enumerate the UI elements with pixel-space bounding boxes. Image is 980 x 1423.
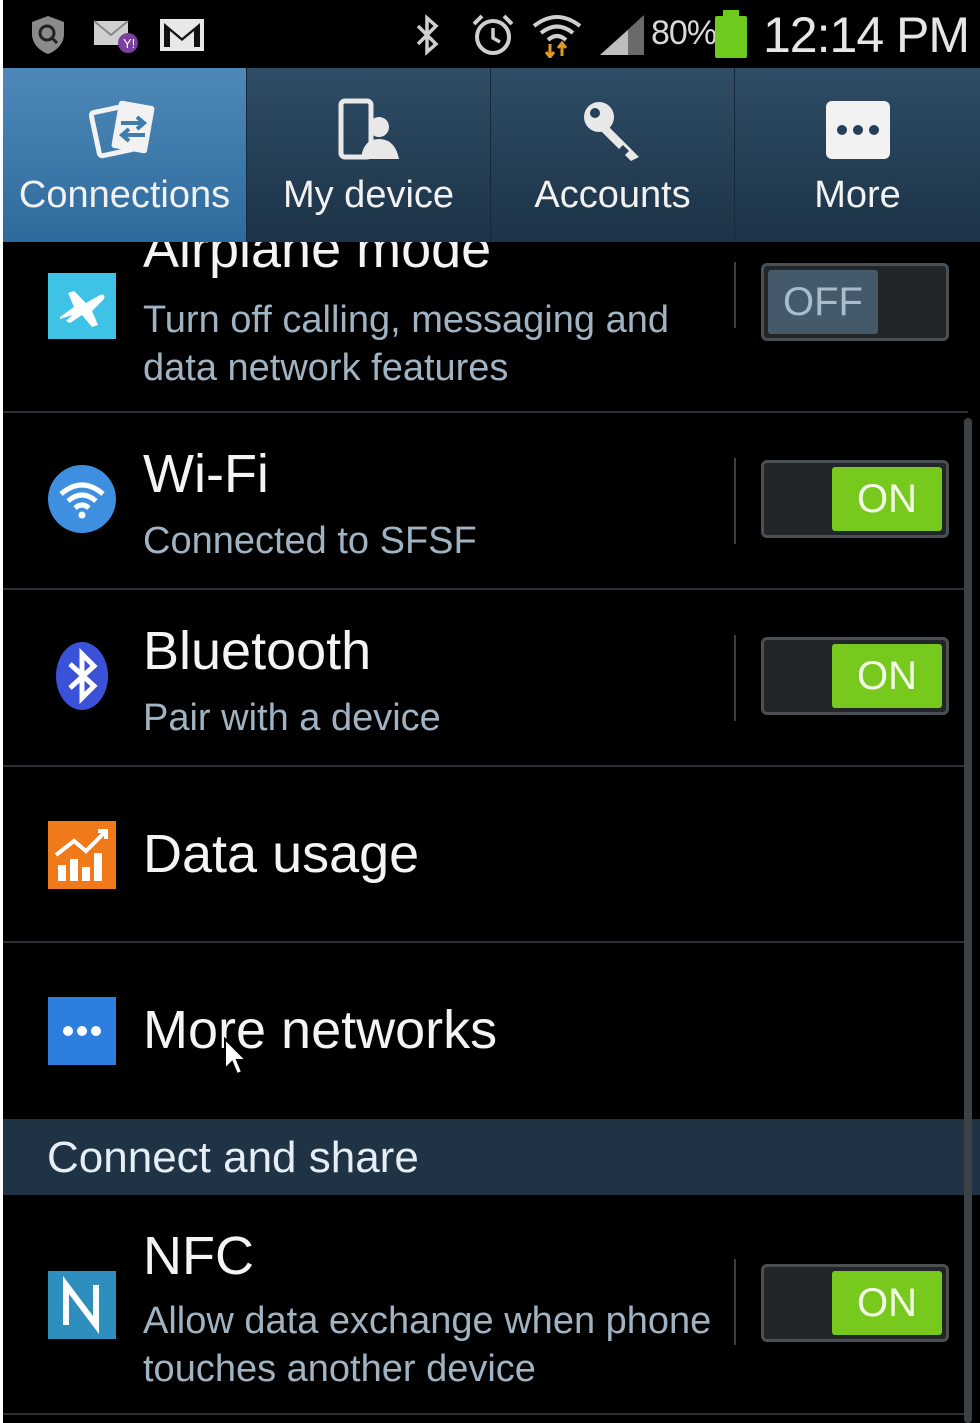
row-title: More networks xyxy=(143,1000,498,1060)
row-title: NFC xyxy=(143,1226,254,1286)
list-item-nfc[interactable]: NFC Allow data exchange when phone touch… xyxy=(3,1195,968,1415)
security-icon xyxy=(27,12,69,58)
row-title: Bluetooth xyxy=(143,621,372,681)
row-divider xyxy=(734,635,736,721)
list-item-more-networks[interactable]: More networks xyxy=(3,943,968,1119)
alarm-icon xyxy=(469,12,517,58)
nfc-icon xyxy=(47,1270,117,1340)
row-subtitle: Connected to SFSF xyxy=(143,520,477,562)
row-subtitle: Turn off calling, messaging and data net… xyxy=(143,299,669,389)
airplane-mode-toggle[interactable]: OFF xyxy=(761,263,949,341)
more-dots-icon xyxy=(818,94,898,166)
tab-label: My device xyxy=(282,174,455,216)
phone-screen: Y! 80% 12:14 PM Connections My device Ac… xyxy=(3,0,980,1423)
tab-accounts[interactable]: Accounts xyxy=(491,68,735,242)
row-divider xyxy=(734,1259,736,1345)
tab-label: Connections xyxy=(18,174,231,216)
gmail-icon xyxy=(157,12,207,58)
list-item-bluetooth[interactable]: Bluetooth Pair with a device ON xyxy=(3,590,968,767)
tab-connections[interactable]: Connections xyxy=(3,68,247,242)
row-title: Wi-Fi xyxy=(143,444,269,504)
bluetooth-icon xyxy=(409,12,445,58)
toggle-knob: ON xyxy=(832,644,942,708)
row-divider xyxy=(734,262,736,328)
battery-icon xyxy=(715,16,747,58)
row-divider xyxy=(734,458,736,544)
list-item-data-usage[interactable]: Data usage xyxy=(3,767,968,943)
list-item-airplane-mode[interactable]: Airplane mode Turn off calling, messagin… xyxy=(3,242,968,413)
scrollbar[interactable] xyxy=(964,418,972,1423)
section-header-label: Connect and share xyxy=(47,1133,419,1182)
section-header: Connect and share xyxy=(3,1119,980,1195)
data-usage-icon xyxy=(47,820,117,890)
toggle-knob: ON xyxy=(832,1271,942,1335)
status-clock: 12:14 PM xyxy=(763,7,970,63)
wifi-icon xyxy=(47,464,117,534)
more-networks-icon xyxy=(47,996,117,1066)
yahoo-mail-icon: Y! xyxy=(91,12,141,58)
row-subtitle: Allow data exchange when phone touches a… xyxy=(143,1300,712,1390)
toggle-knob: OFF xyxy=(768,270,878,334)
wifi-toggle[interactable]: ON xyxy=(761,460,949,538)
row-title: Data usage xyxy=(143,824,420,884)
settings-tab-bar: Connections My device Accounts More xyxy=(3,68,980,242)
row-subtitle: Pair with a device xyxy=(143,697,441,739)
battery-percentage: 80% xyxy=(651,14,717,52)
row-title: Airplane mode xyxy=(143,242,492,279)
tab-label: More xyxy=(814,174,901,216)
list-item-wifi[interactable]: Wi-Fi Connected to SFSF ON xyxy=(3,413,968,590)
status-bar: Y! 80% 12:14 PM xyxy=(3,0,980,68)
signal-icon xyxy=(597,12,647,58)
connections-icon xyxy=(85,94,165,166)
wifi-icon xyxy=(529,12,585,58)
toggle-knob: ON xyxy=(832,467,942,531)
tab-label: Accounts xyxy=(534,174,691,216)
mouse-cursor-icon xyxy=(223,1036,249,1082)
my-device-icon xyxy=(329,94,409,166)
accounts-key-icon xyxy=(573,94,653,166)
tab-more[interactable]: More xyxy=(735,68,980,242)
connections-settings-list: Airplane mode Turn off calling, messagin… xyxy=(3,242,980,1423)
tab-my-device[interactable]: My device xyxy=(247,68,491,242)
bluetooth-toggle[interactable]: ON xyxy=(761,637,949,715)
bluetooth-icon xyxy=(47,641,117,711)
nfc-toggle[interactable]: ON xyxy=(761,1264,949,1342)
svg-text:Y!: Y! xyxy=(123,36,135,51)
airplane-icon xyxy=(47,271,117,341)
